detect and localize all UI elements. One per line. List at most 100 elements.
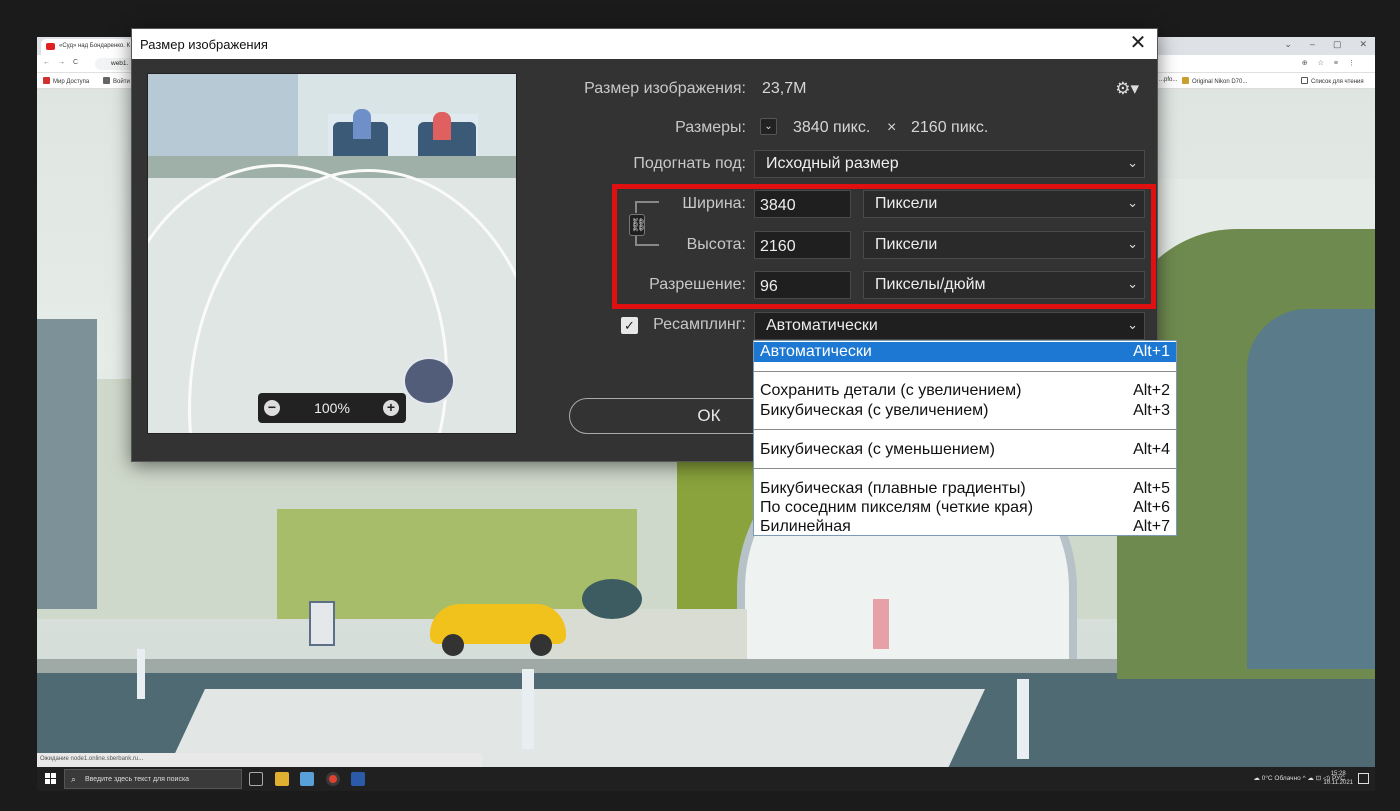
close-icon[interactable]: ✕ [1127,33,1149,55]
small-tree [582,579,642,619]
parking-meter [309,601,335,646]
resample-select[interactable]: Автоматически ⌄ [754,312,1145,340]
menu-item-bilinear[interactable]: Билинейная Alt+7 [754,517,1176,537]
task-view-icon[interactable] [249,772,263,786]
browser-status-bar: Ожидание node1.online.sberbank.ru... [37,753,482,767]
bollard [522,669,534,749]
zoom-value: 100% [314,400,350,416]
dimensions-height: 2160 пикс. [911,119,989,136]
app-icon[interactable] [300,772,314,786]
image-preview[interactable] [147,73,517,434]
courier-figure [873,599,889,649]
preview-person [353,109,371,139]
reading-list[interactable]: Список для чтения [1301,77,1364,85]
height-label: Высота: [686,236,746,253]
dimensions-unit-button[interactable]: ⌄ [760,118,777,135]
menu-item-preserve-details[interactable]: Сохранить детали (с увеличением) Alt+2 [754,381,1176,401]
chrome-icon[interactable] [326,772,340,786]
bollard [1017,679,1029,759]
resample-label: Ресамплинг: [653,316,746,333]
taskbar-search-placeholder: Введите здесь текст для поиска [85,776,190,783]
browser-action-icons[interactable]: ⊕☆≡⋮ [1302,59,1365,67]
menu-separator [754,429,1176,430]
window-controls: ⌄ – ▢ ✕ [1284,39,1367,50]
maximize-icon[interactable]: ▢ [1333,39,1342,50]
width-label: Ширина: [682,195,746,212]
menu-item-bicubic-sharper[interactable]: Бикубическая (с уменьшением) Alt+4 [754,440,1176,460]
youtube-icon [46,43,55,50]
taskbar-search-box[interactable]: ⌕ Введите здесь текст для поиска [64,769,242,789]
bookmark-item[interactable]: Мир Доступа [43,77,89,85]
bookmark-icon [43,77,50,84]
resolution-unit-select[interactable]: Пикселы/дюйм ⌄ [863,271,1145,299]
menu-separator [754,468,1176,469]
width-unit-select[interactable]: Пиксели ⌄ [863,190,1145,218]
car-wheel [530,634,552,656]
chevron-down-icon: ⌄ [1127,317,1138,332]
bookmark-item[interactable]: Original Nikon D70... [1182,77,1247,85]
clock-date: 10.11.2021 [1323,780,1353,786]
gear-icon[interactable]: ⚙▾ [1115,79,1139,99]
menu-item-bicubic-smoother[interactable]: Бикубическая (с увеличением) Alt+3 [754,401,1176,421]
zoom-in-icon[interactable]: + [383,400,399,416]
bookmark-item[interactable]: ...pfo... [1159,77,1177,83]
resample-dropdown-menu: Автоматически Alt+1 Сохранить детали (с у… [753,340,1177,536]
fit-to-label: Подогнать под: [633,155,746,172]
image-size-value: 23,7M [762,80,807,97]
notification-icon[interactable] [1358,773,1369,784]
fit-to-select[interactable]: Исходный размер ⌄ [754,150,1145,178]
rock-column [1247,309,1375,669]
chevron-down-icon: ⌄ [1127,195,1138,210]
dimensions-label: Размеры: [675,119,746,136]
link-bracket-top [635,201,659,213]
resolution-input[interactable] [754,271,851,299]
cloud-icon: ☁ [1253,775,1262,782]
menu-separator [754,371,1176,372]
close-window-icon[interactable]: ✕ [1359,39,1367,50]
width-input[interactable] [754,190,851,218]
dialog-title: Размер изображения [140,37,268,52]
browser-nav-icons[interactable]: ←→C [43,59,86,66]
reading-list-icon [1301,77,1308,84]
chevron-down-icon: ⌄ [1127,276,1138,291]
bookmark-item[interactable]: Войти [103,77,130,85]
menu-item-automatic[interactable]: Автоматически Alt+1 [754,342,1176,362]
minimize-icon[interactable]: – [1310,39,1315,50]
browser-tab-title: «Суд» над Бондаренко. К [59,43,131,49]
dimensions-width: 3840 пикс. [793,119,871,136]
taskbar-clock[interactable]: 15:28 10.11.2021 [1323,770,1353,788]
dimensions-times: × [887,119,897,136]
preview-person [433,112,451,140]
url-text: web1. [111,60,129,67]
chevron-down-icon: ⌄ [1127,236,1138,251]
side-building [37,319,97,609]
bookmark-icon [103,77,110,84]
menu-item-bicubic-smooth-gradients[interactable]: Бикубическая (плавные градиенты) Alt+5 [754,479,1176,499]
windows-start-icon[interactable] [45,773,56,784]
street-area [547,609,747,659]
bollard [137,649,145,699]
app-icon[interactable] [351,772,365,786]
height-unit-select[interactable]: Пиксели ⌄ [863,231,1145,259]
preview-circle [403,357,455,405]
chevron-down-icon[interactable]: ⌄ [1284,39,1292,50]
browser-tab[interactable]: «Суд» над Бондаренко. К [41,39,133,55]
clock-time: 15:28 [1330,771,1346,777]
image-size-label: Размер изображения: [584,80,746,97]
preview-glass [148,74,298,156]
resample-checkbox[interactable]: ✓ [621,317,638,334]
height-input[interactable] [754,231,851,259]
chevron-down-icon: ⌄ [1127,155,1138,170]
bookmark-icon [1182,77,1189,84]
constrain-proportions-link-icon[interactable]: ⛓ [629,214,647,236]
menu-item-nearest-neighbor[interactable]: По соседним пикселям (четкие края) Alt+6 [754,498,1176,518]
search-icon: ⌕ [71,774,77,784]
windows-taskbar: ⌕ Введите здесь текст для поиска ☁ 0°C О… [37,767,1375,791]
car-wheel [442,634,464,656]
dialog-titlebar[interactable]: Размер изображения ✕ [132,29,1157,59]
resolution-label: Разрешение: [649,276,746,293]
weather-text: 0°C Облачно [1261,775,1301,782]
file-explorer-icon[interactable] [275,772,289,786]
zoom-control: − 100% + [258,393,406,423]
zoom-out-icon[interactable]: − [264,400,280,416]
